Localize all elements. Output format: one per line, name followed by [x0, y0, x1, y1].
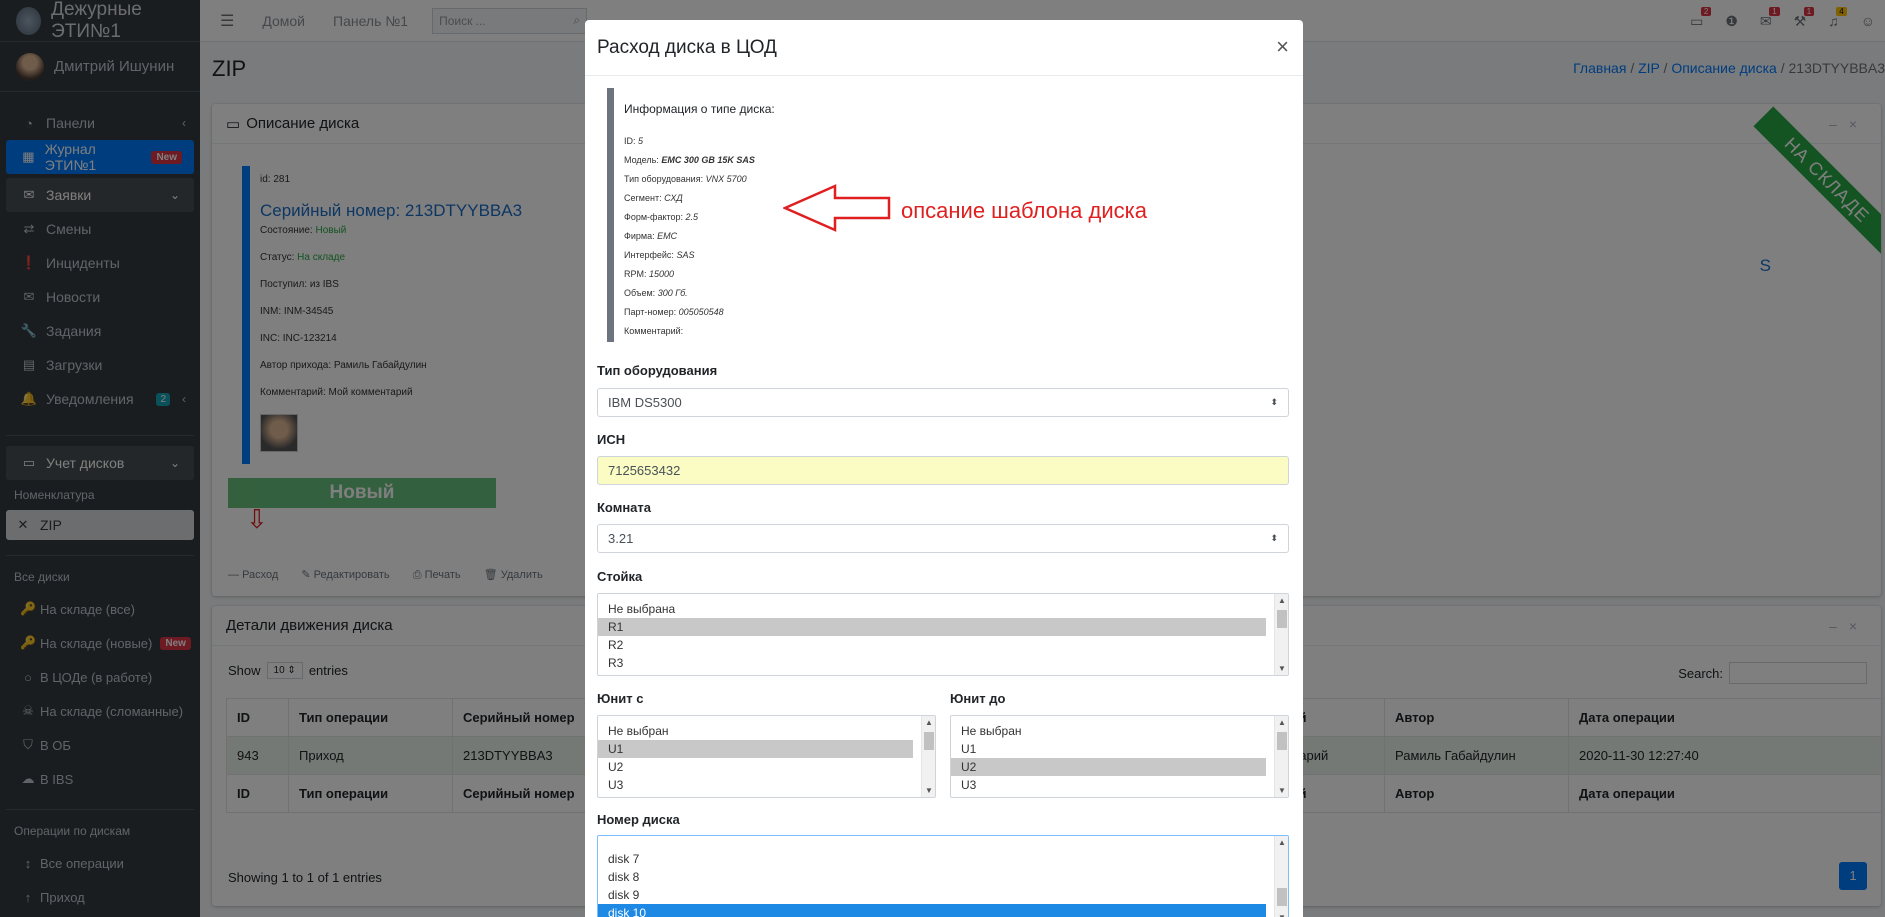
rack-option[interactable]: Не выбрана [598, 600, 1266, 618]
info-line: Интерфейс: SAS [624, 250, 1267, 269]
rack-option[interactable]: R3 [598, 654, 1266, 672]
disk-number-label: Номер диска [597, 812, 680, 827]
modal-header: Расход диска в ЦОД × [585, 20, 1303, 76]
info-value: 5 [638, 136, 644, 146]
isn-field[interactable]: 7125653432 [597, 456, 1289, 485]
select-arrows-icon: ⬍ [1270, 397, 1278, 407]
unit-from-label: Юнит с [597, 691, 644, 706]
info-label: RPM: [624, 269, 647, 279]
info-label: Форм-фактор: [624, 212, 684, 222]
rack-listbox[interactable]: Не выбрана R1 R2 R3 ▲ ▼ [597, 593, 1289, 676]
info-line: RPM: 15000 [624, 269, 1267, 288]
scrollbar[interactable]: ▲▼ [1274, 716, 1288, 797]
unit-from-listbox[interactable]: Не выбран U1 U2 U3 ▲ ▼ [597, 715, 936, 798]
room-select[interactable]: 3.21 ⬍ [597, 524, 1289, 553]
expense-modal: Расход диска в ЦОД × Информация о типе д… [585, 20, 1303, 917]
info-value: EMC 300 GB 15K SAS [661, 155, 755, 165]
info-value: 005050548 [678, 307, 724, 317]
isn-label: ИСН [597, 432, 626, 447]
unit-option[interactable]: Не выбран [598, 722, 913, 740]
room-value: 3.21 [608, 531, 634, 546]
unit-option[interactable]: Не выбран [951, 722, 1266, 740]
unit-option[interactable]: U2 [951, 758, 1266, 776]
info-label: Объем: [624, 288, 656, 298]
close-icon[interactable]: × [1276, 34, 1289, 60]
unit-option[interactable]: U3 [598, 776, 913, 794]
rack-option[interactable]: R2 [598, 636, 1266, 654]
rack-option[interactable]: R1 [598, 618, 1266, 636]
info-value: VNX 5700 [705, 174, 747, 184]
equipment-value: IBM DS5300 [608, 395, 682, 410]
info-label: Комментарий: [624, 326, 684, 336]
disk-option[interactable]: disk 9 [598, 886, 1266, 904]
disk-number-listbox[interactable]: disk 7 disk 8 disk 9 disk 10 ▲▼ [597, 835, 1289, 917]
info-line: ID: 5 [624, 136, 1267, 155]
select-arrows-icon: ⬍ [1270, 533, 1278, 543]
info-line: Модель: EMC 300 GB 15K SAS [624, 155, 1267, 174]
unit-option[interactable]: U2 [598, 758, 913, 776]
info-label: Интерфейс: [624, 250, 674, 260]
equipment-select[interactable]: IBM DS5300 ⬍ [597, 388, 1289, 417]
info-line: Фирма: EMC [624, 231, 1267, 250]
info-label: Модель: [624, 155, 659, 165]
rack-label: Стойка [597, 569, 643, 584]
info-line: Парт-номер: 005050548 [624, 307, 1267, 326]
scrollbar[interactable]: ▲▼ [1274, 594, 1288, 675]
unit-option[interactable]: U1 [951, 740, 1266, 758]
annotation-text: опсание шаблона диска [901, 198, 1147, 223]
info-value: СХД [664, 193, 683, 203]
disk-option[interactable]: disk 7 [598, 850, 1266, 868]
annotation-arrow-icon [783, 184, 891, 232]
info-value: 15000 [649, 269, 675, 279]
unit-option[interactable]: U1 [598, 740, 913, 758]
info-value: 300 Гб. [657, 288, 688, 298]
scrollbar[interactable]: ▲▼ [921, 716, 935, 797]
room-label: Комната [597, 500, 651, 515]
info-value: SAS [676, 250, 695, 260]
info-line: Тип оборудования: VNX 5700 [624, 174, 1267, 193]
info-value: EMC [657, 231, 678, 241]
isn-value: 7125653432 [608, 463, 681, 478]
unit-to-listbox[interactable]: Не выбран U1 U2 U3 ▲ ▼ [950, 715, 1289, 798]
equipment-label: Тип оборудования [597, 363, 718, 378]
unit-to-label: Юнит до [950, 691, 1006, 706]
modal-title: Расход диска в ЦОД [597, 36, 777, 58]
info-line: Объем: 300 Гб. [624, 288, 1267, 307]
info-value: 2.5 [685, 212, 699, 222]
info-label: ID: [624, 136, 636, 146]
info-label: Тип оборудования: [624, 174, 704, 184]
scrollbar[interactable]: ▲▼ [1274, 836, 1288, 917]
info-label: Парт-номер: [624, 307, 677, 317]
disk-option[interactable]: disk 10 [598, 904, 1266, 917]
unit-option[interactable]: U3 [951, 776, 1266, 794]
info-label: Фирма: [624, 231, 655, 241]
disk-option[interactable]: disk 8 [598, 868, 1266, 886]
info-line: Комментарий: [624, 326, 1267, 345]
info-title: Информация о типе диска: [624, 102, 775, 116]
info-label: Сегмент: [624, 193, 662, 203]
